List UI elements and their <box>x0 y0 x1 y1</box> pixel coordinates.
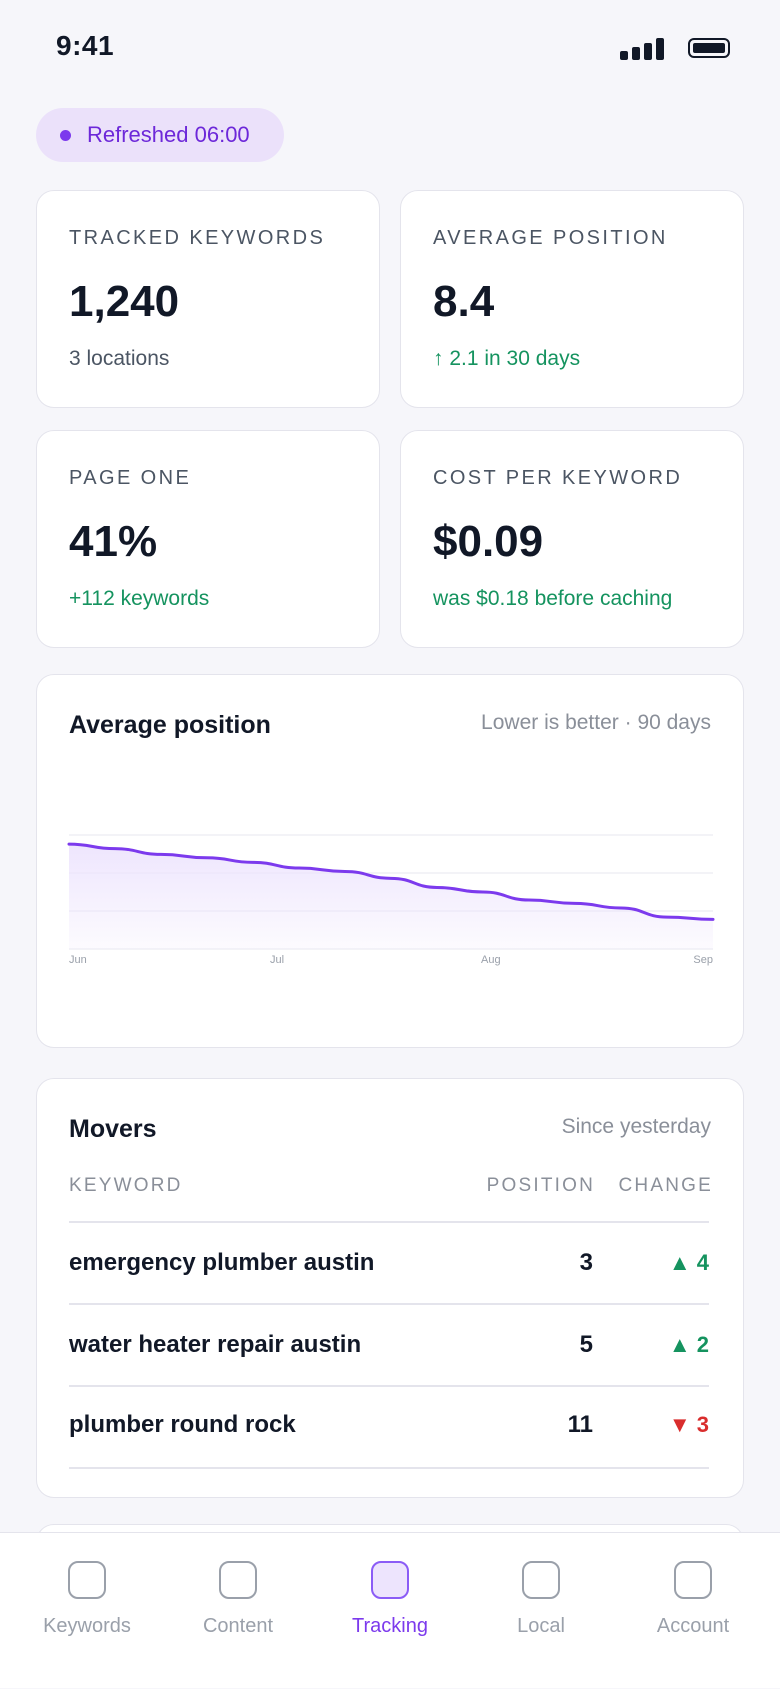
refresh-label: Refreshed 06:00 <box>87 122 250 147</box>
status-bar: 9:41 <box>0 0 780 96</box>
change-cell: ▲ 4 <box>668 1250 709 1275</box>
stat-subtext: 3 locations <box>69 347 170 370</box>
tab-content[interactable]: Content <box>163 1533 313 1689</box>
status-time: 9:41 <box>56 30 115 61</box>
stat-card-tracked-keywords[interactable]: TRACKED KEYWORDS 1,240 3 locations <box>36 190 380 408</box>
movers-hint: Since yesterday <box>561 1115 711 1138</box>
tab-local[interactable]: Local <box>466 1533 616 1689</box>
keyword-cell: water heater repair austin <box>69 1331 362 1358</box>
stat-value: 41% <box>69 517 158 566</box>
stat-subtext: ↑ 2.1 in 30 days <box>433 347 581 370</box>
stat-card-page-one[interactable]: PAGE ONE 41% +112 keywords <box>36 430 380 648</box>
table-row[interactable]: emergency plumber austin 3 ▲ 4 <box>69 1223 709 1303</box>
stat-label: COST PER KEYWORD <box>433 467 683 489</box>
tab-account[interactable]: Account <box>618 1533 768 1689</box>
tab-label: Local <box>517 1615 565 1637</box>
table-row[interactable]: water heater repair austin 5 ▲ 2 <box>69 1305 709 1385</box>
stat-card-cost-per-keyword[interactable]: COST PER KEYWORD $0.09 was $0.18 before … <box>400 430 744 648</box>
chart-x-tick-label: Aug <box>481 954 501 966</box>
chart-x-tick-label: Sep <box>693 954 713 966</box>
chart-x-tick-label: Jun <box>69 954 87 966</box>
content-tab-icon <box>219 1561 257 1599</box>
stat-subtext: +112 keywords <box>69 587 210 610</box>
stat-value: 8.4 <box>433 277 495 326</box>
position-cell: 3 <box>579 1249 593 1276</box>
battery-icon <box>688 38 730 58</box>
chart-x-tick-label: Jul <box>270 954 284 966</box>
column-header-change: CHANGE <box>618 1175 713 1196</box>
tracking-tab-icon <box>371 1561 409 1599</box>
keyword-cell: plumber round rock <box>69 1411 296 1438</box>
stat-label: AVERAGE POSITION <box>433 227 668 249</box>
change-cell: ▼ 3 <box>668 1412 709 1437</box>
average-position-chart: Jun Jul Aug Sep <box>67 834 715 966</box>
stat-card-average-position[interactable]: AVERAGE POSITION 8.4 ↑ 2.1 in 30 days <box>400 190 744 408</box>
signal-icon <box>620 36 666 60</box>
column-header-keyword: KEYWORD <box>69 1175 183 1196</box>
divider <box>69 1467 709 1469</box>
status-dot-icon <box>60 129 71 141</box>
tab-label: Account <box>656 1615 730 1637</box>
tab-label: Keywords <box>43 1615 131 1637</box>
position-cell: 5 <box>579 1331 593 1358</box>
stat-value: $0.09 <box>433 517 544 566</box>
change-cell: ▲ 2 <box>668 1332 709 1357</box>
account-tab-icon <box>674 1561 712 1599</box>
keyword-cell: emergency plumber austin <box>69 1249 375 1276</box>
tab-tracking[interactable]: Tracking <box>315 1533 465 1689</box>
stat-label: TRACKED KEYWORDS <box>69 227 326 249</box>
position-cell: 11 <box>567 1411 593 1438</box>
column-header-position: POSITION <box>486 1175 595 1196</box>
refresh-status-pill[interactable]: Refreshed 06:00 <box>36 108 284 162</box>
stat-label: PAGE ONE <box>69 467 192 489</box>
movers-title: Movers <box>69 1115 157 1143</box>
tab-label: Content <box>202 1615 274 1637</box>
average-position-chart-card: Average position Lower is better · 90 da… <box>36 674 744 1048</box>
chart-area-fill <box>69 844 713 949</box>
movers-card: Movers Since yesterday KEYWORD POSITION … <box>36 1078 744 1498</box>
bottom-tab-bar: Keywords Content Tracking Local Account <box>0 1532 780 1688</box>
tab-label: Tracking <box>352 1615 428 1637</box>
stat-value: 1,240 <box>69 277 180 326</box>
local-tab-icon <box>522 1561 560 1599</box>
tab-keywords[interactable]: Keywords <box>12 1533 162 1689</box>
table-row[interactable]: plumber round rock 11 ▼ 3 <box>69 1385 709 1465</box>
keywords-tab-icon <box>68 1561 106 1599</box>
stat-subtext: was $0.18 before caching <box>433 587 673 610</box>
